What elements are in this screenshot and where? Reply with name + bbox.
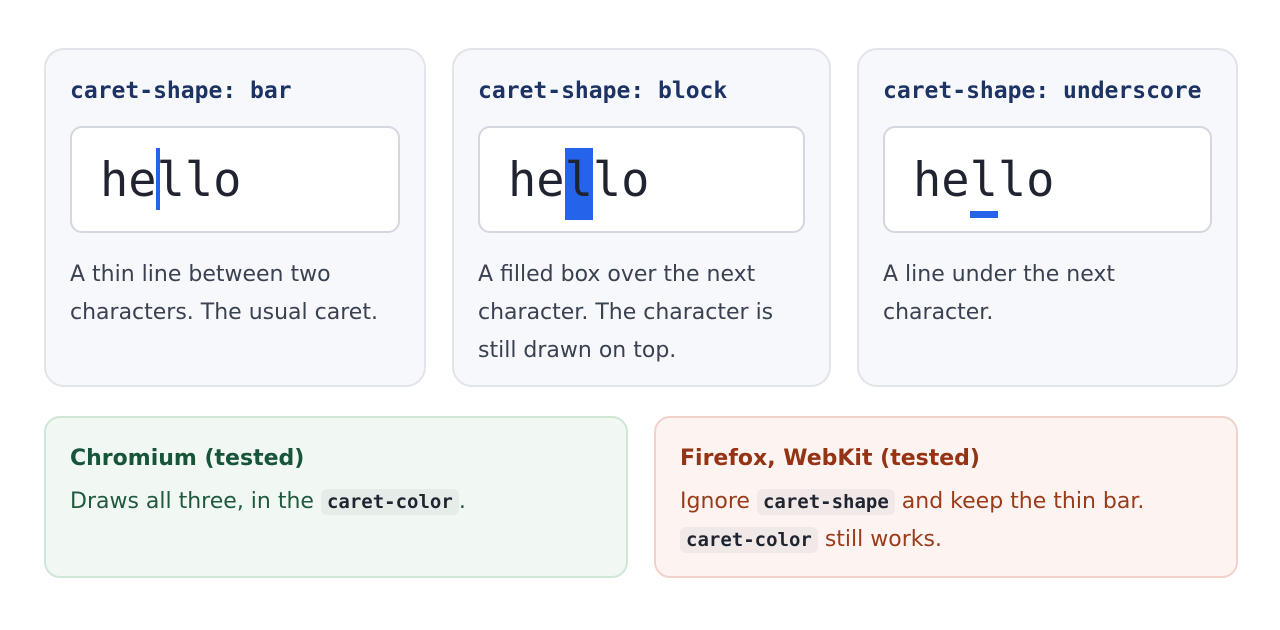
text-after-caret: lo	[184, 153, 242, 208]
note-text: .	[458, 489, 466, 514]
demo-text: hello	[508, 148, 650, 220]
char-at-caret: l	[969, 153, 998, 218]
card-description: A thin line between two characters. The …	[70, 262, 378, 325]
card-title: caret-shape: bar	[70, 78, 292, 104]
card-block: caret-shape: block hello A filled box ov…	[452, 48, 831, 387]
text-before-caret: he	[100, 153, 157, 208]
note-text: Draws all three, in the	[70, 489, 314, 514]
char-at-caret-text: l	[156, 153, 185, 208]
char-at-caret-text: l	[969, 153, 998, 208]
text-before-caret: he	[913, 153, 970, 208]
char-at-caret-text: l	[564, 153, 593, 208]
demo-input-bar[interactable]: he llo	[70, 126, 400, 233]
note-body: Ignore caret-shape and keep the thin bar…	[680, 483, 1212, 559]
code-caret-shape: caret-shape	[756, 489, 895, 515]
note-text: Ignore	[680, 489, 750, 514]
note-chromium: Chromium (tested) Draws all three, in th…	[44, 416, 628, 578]
card-description: A line under the next character.	[883, 262, 1115, 325]
caret-shape-cards: caret-shape: bar he llo A thin line betwe…	[44, 48, 1238, 387]
demo-text: hello	[913, 153, 1055, 218]
block-caret: l	[564, 148, 594, 220]
note-title: Firefox, WebKit (tested)	[680, 446, 980, 471]
text-after-caret: lo	[997, 153, 1055, 208]
card-title: caret-shape: block	[478, 78, 728, 104]
note-title: Chromium (tested)	[70, 446, 305, 471]
card-bar: caret-shape: bar he llo A thin line betwe…	[44, 48, 426, 387]
demo-input-block[interactable]: hello	[478, 126, 805, 233]
bar-caret	[155, 148, 160, 210]
code-caret-color: caret-color	[680, 527, 818, 553]
note-firefox-webkit: Firefox, WebKit (tested) Ignore caret-sh…	[654, 416, 1238, 578]
underscore-caret	[969, 211, 998, 218]
note-text: still works.	[824, 527, 942, 552]
card-title: caret-shape: underscore	[883, 78, 1202, 104]
text-before-caret: he	[508, 153, 565, 208]
char-at-caret: l	[155, 148, 185, 210]
demo-input-underscore[interactable]: hel lo	[883, 126, 1212, 233]
note-body: Draws all three, in the caret-color.	[70, 483, 602, 521]
card-underscore: caret-shape: underscore hel lo A line und…	[857, 48, 1238, 387]
text-after-caret: lo	[592, 153, 650, 208]
card-description: A filled box over the next character. Th…	[478, 262, 774, 363]
demo-text: hello	[100, 148, 242, 210]
browser-support-notes: Chromium (tested) Draws all three, in th…	[44, 416, 1238, 578]
note-text: and keep the thin bar.	[901, 489, 1145, 514]
code-caret-color: caret-color	[320, 489, 459, 515]
